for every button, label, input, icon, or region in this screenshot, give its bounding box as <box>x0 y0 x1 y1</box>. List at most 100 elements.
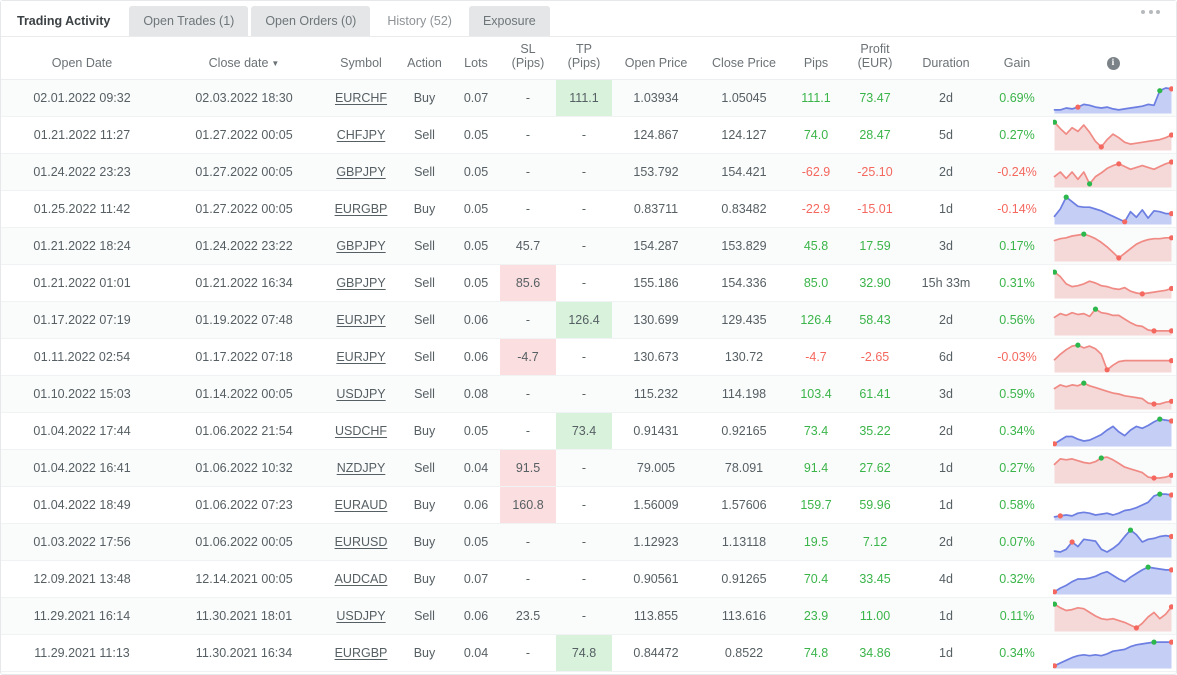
cell-sparkline <box>1048 634 1176 672</box>
table-row[interactable]: 12.09.2021 13:48 12.14.2021 00:05 AUDCAD Bu… <box>1 560 1176 598</box>
cell-close-date: 11.30.2021 18:01 <box>163 597 325 635</box>
cell-tp: - <box>556 449 612 487</box>
col-close-price[interactable]: Close Price <box>700 37 788 80</box>
symbol-link[interactable]: EURGBP <box>335 202 388 216</box>
cell-duration: 3d <box>906 375 986 413</box>
cell-action: Buy <box>397 79 452 117</box>
table-row[interactable]: 01.25.2022 11:42 01.27.2022 00:05 EURGBP Bu… <box>1 190 1176 228</box>
col-pips[interactable]: Pips <box>788 37 844 80</box>
cell-gain: 0.69% <box>986 79 1048 117</box>
symbol-link[interactable]: GBPJPY <box>336 165 385 179</box>
col-sl[interactable]: SL (Pips) <box>500 37 556 80</box>
table-header: Open Date Close date ▼ Symbol Action Lots… <box>1 37 1176 80</box>
table-row[interactable]: 01.04.2022 18:49 01.06.2022 07:23 EURAUD Bu… <box>1 486 1176 524</box>
symbol-link[interactable]: USDJPY <box>336 387 385 401</box>
cell-action: Buy <box>397 190 452 228</box>
cell-sl: 91.5 <box>500 449 556 487</box>
col-label: Gain <box>1003 55 1031 70</box>
cell-sparkline <box>1048 375 1176 413</box>
symbol-link[interactable]: EURJPY <box>336 350 385 364</box>
cell-close-price: 0.92165 <box>700 412 788 450</box>
cell-duration: 2d <box>906 523 986 561</box>
cell-profit: 35.22 <box>844 412 906 450</box>
tab-exposure[interactable]: Exposure <box>468 6 550 36</box>
cell-symbol: EURCHF <box>325 79 397 117</box>
cell-sparkline <box>1048 597 1176 635</box>
table-row[interactable]: 02.01.2022 09:32 02.03.2022 18:30 EURCHF Bu… <box>1 79 1176 117</box>
cell-close-price: 114.198 <box>700 375 788 413</box>
history-table-wrap: Open Date Close date ▼ Symbol Action Lots… <box>1 37 1176 674</box>
symbol-link[interactable]: EURGBP <box>335 646 388 660</box>
cell-open-date: 01.24.2022 23:23 <box>1 153 163 191</box>
info-icon[interactable]: i <box>1106 56 1120 70</box>
cell-sl: - <box>500 116 556 154</box>
table-row[interactable]: 01.03.2022 17:56 01.06.2022 00:05 EURUSD Bu… <box>1 523 1176 561</box>
symbol-link[interactable]: EURAUD <box>335 498 388 512</box>
tab-open-trades[interactable]: Open Trades (1) <box>129 6 249 36</box>
tab-history[interactable]: History (52) <box>373 6 466 36</box>
cell-close-price: 0.8522 <box>700 634 788 672</box>
cell-tp: - <box>556 597 612 635</box>
cell-close-date: 01.21.2022 16:34 <box>163 264 325 302</box>
cell-close-date: 01.19.2022 07:48 <box>163 301 325 339</box>
table-row[interactable]: 11.29.2021 16:14 11.30.2021 18:01 USDJPY Se… <box>1 597 1176 635</box>
col-label: TP <box>576 41 592 56</box>
table-row[interactable]: 01.21.2022 18:24 01.24.2022 23:22 GBPJPY Se… <box>1 227 1176 265</box>
cell-gain: 0.56% <box>986 301 1048 339</box>
cell-profit: 17.59 <box>844 227 906 265</box>
cell-tp: 73.4 <box>556 412 612 450</box>
cell-tp: 126.4 <box>556 301 612 339</box>
cell-duration: 2d <box>906 301 986 339</box>
table-row[interactable]: 01.10.2022 15:03 01.14.2022 00:05 USDJPY Se… <box>1 375 1176 413</box>
symbol-link[interactable]: EURCHF <box>335 91 387 105</box>
table-row[interactable]: 01.11.2022 02:54 01.17.2022 07:18 EURJPY Se… <box>1 338 1176 376</box>
col-label: Close date <box>208 55 269 70</box>
symbol-link[interactable]: NZDJPY <box>337 461 386 475</box>
cell-open-date: 01.04.2022 16:41 <box>1 449 163 487</box>
col-action[interactable]: Action <box>397 37 452 80</box>
table-row[interactable]: 01.17.2022 07:19 01.19.2022 07:48 EURJPY Se… <box>1 301 1176 339</box>
cell-tp: - <box>556 153 612 191</box>
table-row[interactable]: 11.29.2021 11:13 11.30.2021 16:34 EURGBP Bu… <box>1 634 1176 672</box>
cell-sl: 85.6 <box>500 264 556 302</box>
symbol-link[interactable]: USDJPY <box>336 609 385 623</box>
cell-gain: 0.59% <box>986 375 1048 413</box>
table-row[interactable]: 01.04.2022 17:44 01.06.2022 21:54 USDCHF Bu… <box>1 412 1176 450</box>
cell-pips: 74.0 <box>788 116 844 154</box>
cell-tp: - <box>556 116 612 154</box>
cell-gain: 0.34% <box>986 634 1048 672</box>
tab-trading-activity[interactable]: Trading Activity <box>1 6 127 36</box>
table-row[interactable]: 01.24.2022 23:23 01.27.2022 00:05 GBPJPY Se… <box>1 153 1176 191</box>
col-chart: i <box>1048 37 1176 80</box>
col-close-date[interactable]: Close date ▼ <box>163 37 325 80</box>
col-profit[interactable]: Profit (EUR) <box>844 37 906 80</box>
col-open-date[interactable]: Open Date <box>1 37 163 80</box>
symbol-link[interactable]: CHFJPY <box>337 128 386 142</box>
symbol-link[interactable]: USDCHF <box>335 424 387 438</box>
col-duration[interactable]: Duration <box>906 37 986 80</box>
col-tp[interactable]: TP (Pips) <box>556 37 612 80</box>
sort-desc-icon: ▼ <box>271 58 280 68</box>
table-row[interactable]: 01.21.2022 11:27 01.27.2022 00:05 CHFJPY Se… <box>1 116 1176 154</box>
symbol-link[interactable]: GBPJPY <box>336 276 385 290</box>
col-symbol[interactable]: Symbol <box>325 37 397 80</box>
cell-tp: - <box>556 227 612 265</box>
cell-action: Buy <box>397 486 452 524</box>
symbol-link[interactable]: GBPJPY <box>336 239 385 253</box>
symbol-link[interactable]: EURJPY <box>336 313 385 327</box>
col-label: Open Price <box>624 55 688 70</box>
cell-symbol: NZDJPY <box>325 449 397 487</box>
table-row[interactable]: 01.21.2022 01:01 01.21.2022 16:34 GBPJPY Se… <box>1 264 1176 302</box>
col-open-price[interactable]: Open Price <box>612 37 700 80</box>
cell-sl: - <box>500 79 556 117</box>
symbol-link[interactable]: AUDCAD <box>335 572 388 586</box>
col-lots[interactable]: Lots <box>452 37 500 80</box>
col-sublabel: (EUR) <box>857 55 893 70</box>
col-gain[interactable]: Gain <box>986 37 1048 80</box>
cell-open-price: 113.855 <box>612 597 700 635</box>
table-row[interactable]: 01.04.2022 16:41 01.06.2022 10:32 NZDJPY Se… <box>1 449 1176 487</box>
symbol-link[interactable]: EURUSD <box>335 535 388 549</box>
cell-open-price: 0.91431 <box>612 412 700 450</box>
more-options-icon[interactable] <box>1141 10 1160 14</box>
tab-open-orders[interactable]: Open Orders (0) <box>251 6 371 36</box>
